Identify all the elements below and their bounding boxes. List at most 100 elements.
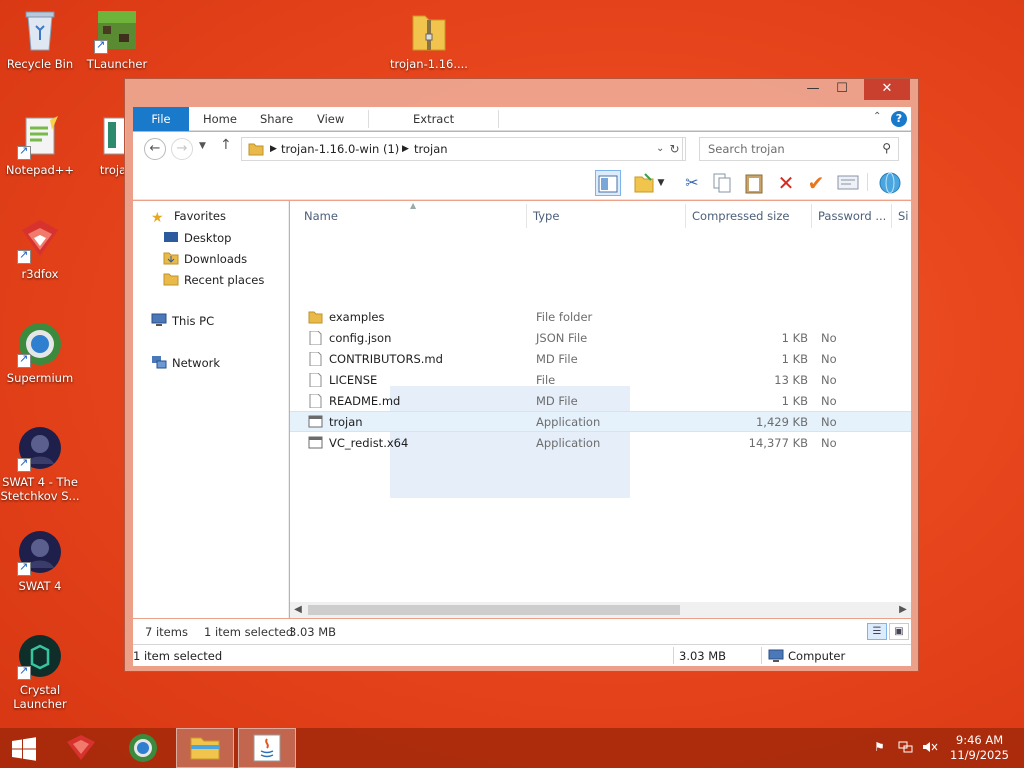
desktop-icon-label: Supermium <box>6 371 74 385</box>
column-header-compressed-size[interactable]: Compressed size <box>686 204 812 228</box>
table-row[interactable]: examples File folder <box>290 307 911 328</box>
title-bar[interactable]: — ☐ ✕ <box>125 79 918 107</box>
item-count: 7 items <box>145 625 188 639</box>
desktop-icon-crystal-launcher[interactable]: Crystal Launcher <box>0 632 80 711</box>
nav-network[interactable]: Network <box>151 355 220 370</box>
search-input[interactable]: Search trojan ⚲ <box>699 137 899 161</box>
column-header-password[interactable]: Password ... <box>812 204 892 228</box>
scrollbar-thumb[interactable] <box>308 605 680 615</box>
tab-file[interactable]: File <box>133 107 189 131</box>
sort-ascending-icon: ▲ <box>410 201 417 210</box>
desktop-icon-swat4-expansion[interactable]: SWAT 4 - The Stetchkov S... <box>0 424 80 503</box>
file-name: LICENSE <box>329 373 378 387</box>
recent-locations-icon[interactable]: ▼ <box>199 141 206 151</box>
nav-label: Desktop <box>184 231 232 245</box>
ribbon-collapse-icon[interactable]: ⌃ <box>873 111 881 122</box>
file-icon <box>308 393 323 409</box>
back-button[interactable]: ← <box>144 138 166 160</box>
search-icon: ⚲ <box>882 141 891 155</box>
computer-icon <box>768 649 784 664</box>
column-header-size[interactable]: Si <box>892 204 911 228</box>
refresh-button[interactable]: ↻ <box>664 137 686 161</box>
info-icon[interactable] <box>835 170 861 196</box>
nav-this-pc[interactable]: This PC <box>151 313 214 328</box>
delete-icon[interactable]: ✕ <box>773 170 799 196</box>
globe-icon[interactable] <box>877 170 903 196</box>
start-button[interactable] <box>0 728 48 768</box>
up-button[interactable]: ↑ <box>220 137 232 153</box>
folder-icon <box>248 142 264 159</box>
tab-home[interactable]: Home <box>191 107 249 131</box>
details-view-button[interactable]: ☰ <box>867 623 887 640</box>
search-placeholder: Search trojan <box>708 142 785 156</box>
table-row-selected[interactable]: trojan Application 1,429 KB No <box>290 411 911 432</box>
breadcrumb-item[interactable]: trojan <box>414 142 448 156</box>
desktop-icon-recycle-bin[interactable]: Recycle Bin <box>0 6 80 71</box>
table-row[interactable]: config.json JSON File 1 KB No <box>290 328 911 349</box>
desktop-icon-swat4[interactable]: SWAT 4 <box>0 528 80 593</box>
horizontal-scrollbar[interactable]: ◀ ▶ <box>290 602 911 618</box>
file-name: examples <box>329 310 385 324</box>
scroll-left-icon[interactable]: ◀ <box>290 602 306 618</box>
forward-button[interactable]: → <box>171 138 193 160</box>
nav-label: Network <box>172 356 221 370</box>
nav-downloads[interactable]: Downloads <box>163 251 247 266</box>
tab-share[interactable]: Share <box>248 107 305 131</box>
r3dfox-icon <box>67 735 95 760</box>
address-bar[interactable]: ▶ trojan-1.16.0-win (1) ▶ trojan ⌄ <box>241 137 683 161</box>
nav-favorites[interactable]: ★ Favorites <box>151 209 226 226</box>
desktop-icon-label: trojan-1.16.... <box>390 57 468 71</box>
file-compressed-size: 1 KB <box>781 352 808 366</box>
tab-extract[interactable]: Extract <box>401 107 466 131</box>
test-check-icon[interactable]: ✔ <box>803 170 829 196</box>
system-clock[interactable]: 9:46 AM 11/9/2025 <box>950 733 1009 763</box>
r3dfox-icon <box>16 216 64 264</box>
nav-label: Recent places <box>184 273 265 287</box>
nav-recent-places[interactable]: Recent places <box>163 272 264 287</box>
taskbar-r3dfox[interactable] <box>52 728 110 768</box>
column-header-type[interactable]: Type <box>527 204 686 228</box>
dropdown-arrow-icon[interactable]: ▼ <box>655 170 667 196</box>
network-tray-icon[interactable] <box>898 740 914 757</box>
taskbar-supermium[interactable] <box>114 728 172 768</box>
nav-desktop[interactable]: Desktop <box>163 230 231 245</box>
selection-size: 3.03 MB <box>289 625 337 639</box>
minimize-button[interactable]: — <box>800 79 826 100</box>
zip-folder-icon <box>405 6 453 54</box>
taskbar-file-explorer[interactable] <box>176 728 234 768</box>
tab-view[interactable]: View <box>305 107 356 131</box>
extract-folder-icon[interactable] <box>631 170 657 196</box>
file-icon <box>308 351 323 367</box>
table-row[interactable]: LICENSE File 13 KB No <box>290 370 911 391</box>
action-center-flag-icon[interactable]: ⚑ <box>874 740 885 754</box>
file-name: VC_redist.x64 <box>329 436 409 450</box>
paste-icon[interactable] <box>741 170 767 196</box>
swat4-icon <box>16 528 64 576</box>
taskbar-java[interactable] <box>238 728 296 768</box>
help-icon[interactable]: ? <box>891 111 907 127</box>
desktop-icon-label: Recycle Bin <box>6 57 74 71</box>
address-row: ← → ▼ ↑ ▶ trojan-1.16.0-win (1) ▶ trojan… <box>133 132 911 166</box>
volume-muted-icon[interactable] <box>922 740 938 757</box>
preview-pane-button[interactable] <box>595 170 621 196</box>
cut-icon[interactable]: ✂ <box>679 170 705 196</box>
table-row[interactable]: VC_redist.x64 Application 14,377 KB No <box>290 433 911 454</box>
desktop-icon-tlauncher[interactable]: TLauncher <box>77 6 157 71</box>
desktop-icon-notepadpp[interactable]: Notepad++ <box>0 112 80 177</box>
file-compressed-size: 14,377 KB <box>748 436 808 450</box>
desktop-icon-trojan-zip[interactable]: trojan-1.16.... <box>389 6 469 71</box>
large-icons-view-button[interactable]: ▣ <box>889 623 909 640</box>
table-row[interactable]: CONTRIBUTORS.md MD File 1 KB No <box>290 349 911 370</box>
desktop-icon-r3dfox[interactable]: r3dfox <box>0 216 80 281</box>
close-button[interactable]: ✕ <box>864 79 910 100</box>
table-row[interactable]: README.md MD File 1 KB No <box>290 391 911 412</box>
maximize-button[interactable]: ☐ <box>828 79 856 100</box>
scroll-right-icon[interactable]: ▶ <box>895 602 911 618</box>
file-type: MD File <box>536 352 578 366</box>
copy-icon[interactable] <box>709 170 735 196</box>
archive-toolbar: ▼ ✂ ✕ ✔ <box>133 166 911 200</box>
breadcrumb-item[interactable]: trojan-1.16.0-win (1) <box>281 142 399 156</box>
recent-places-icon <box>163 272 179 286</box>
desktop-icon-supermium[interactable]: Supermium <box>0 320 80 385</box>
file-name: trojan <box>329 415 363 429</box>
